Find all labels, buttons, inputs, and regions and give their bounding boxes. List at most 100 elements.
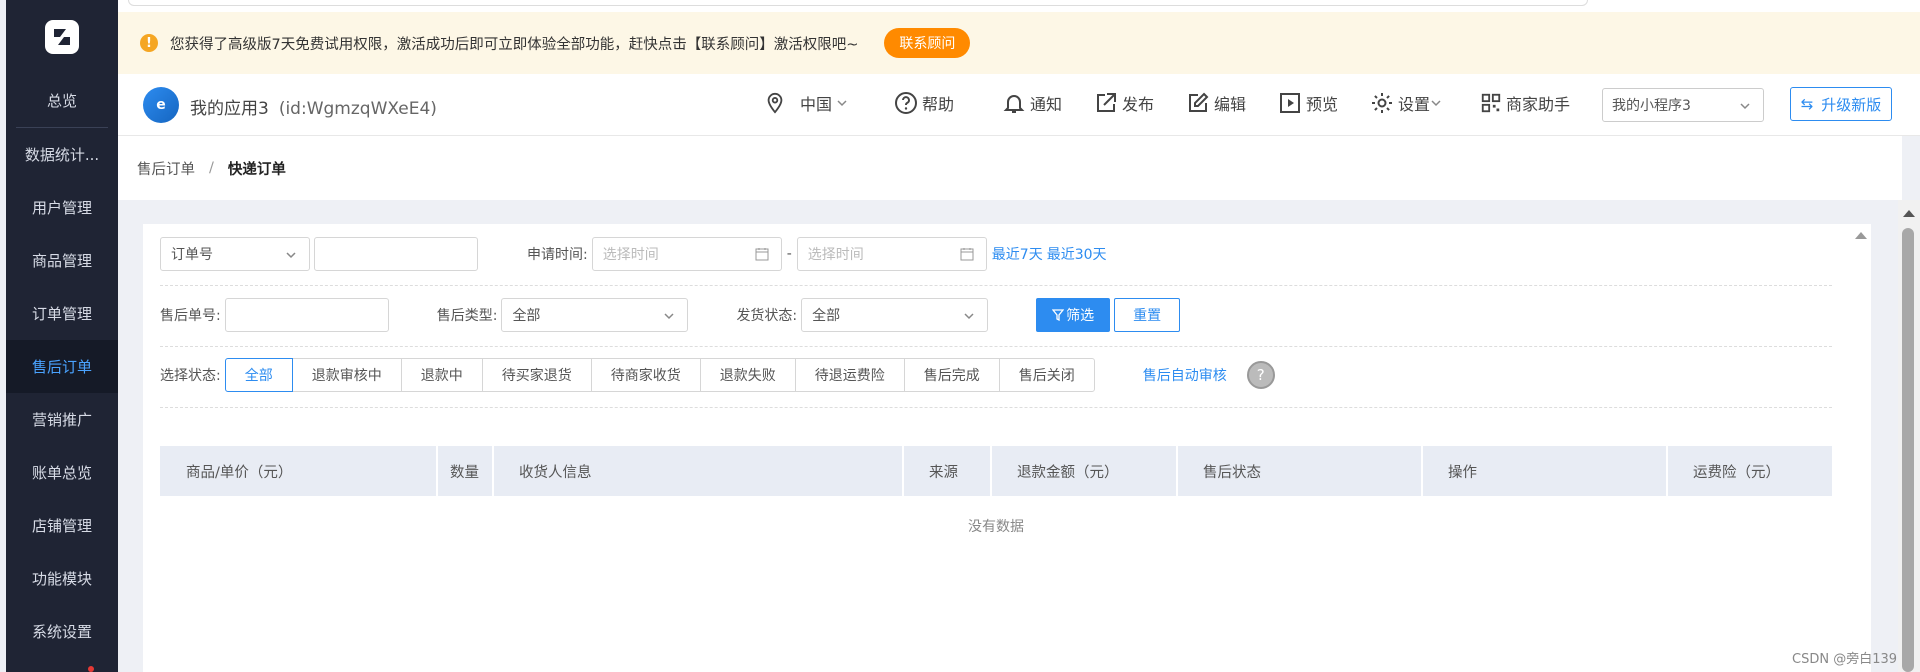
date-range-separator: - [786,246,792,262]
filter-button[interactable]: 筛选 [1036,298,1111,332]
filter-row-1: 订单号 申请时间: 选择时间 - 选择时间 最近7天 最近30天 [160,237,1107,271]
app-header: e 我的应用3 (id:WgmzqWXeE4) 中国 帮助 通知 发布 编辑 预览… [118,74,1920,136]
status-tab-all[interactable]: 全部 [224,358,293,392]
inner-scroll-up-arrow[interactable] [1855,232,1867,239]
divider [160,346,1832,347]
status-tabs: 全部 退款审核中 退款中 待买家退货 待商家收货 退款失败 待退运费险 售后完成… [224,358,1095,392]
bell-icon [1003,95,1025,113]
merchant-assistant-button[interactable]: 商家助手 [1480,91,1570,115]
order-type-select[interactable]: 订单号 [160,237,310,271]
edit-icon [1189,92,1209,112]
contact-advisor-button[interactable]: 联系顾问 [884,28,971,58]
chevron-down-icon [1431,100,1441,107]
status-tab-completed[interactable]: 售后完成 [903,358,1000,392]
status-tab-await-shipping-insurance[interactable]: 待退运费险 [794,358,905,392]
notice-text: 您获得了高级版7天免费试用权限，激活成功后即可立即体验全部功能，赶快点击【联系顾… [170,36,859,53]
notify-button[interactable]: 通知 [1002,91,1062,115]
chevron-down-icon [286,252,296,259]
aftersale-type-select[interactable]: 全部 [501,298,689,332]
divider [160,407,1832,408]
status-row: 选择状态: 全部 退款审核中 退款中 待买家退货 待商家收货 退款失败 待退运费… [160,358,1275,392]
notification-dot [88,666,94,672]
publish-icon [1097,93,1116,112]
scroll-up-arrow-icon[interactable] [1903,210,1915,217]
upgrade-button[interactable]: ⇆ 升级新版 [1790,87,1892,121]
preview-button[interactable]: 预览 [1278,91,1338,115]
order-number-input[interactable] [314,237,478,271]
warning-icon: ! [140,34,158,52]
scrollbar-thumb[interactable] [1902,228,1914,672]
help-button[interactable]: 帮助 [894,91,954,115]
start-date-input[interactable]: 选择时间 [591,237,782,271]
sidebar-item-orders[interactable]: 订单管理 [6,287,118,340]
chevron-down-icon [664,313,674,320]
table-header: 商品/单价（元） 数量 收货人信息 来源 退款金额（元） 售后状态 操作 运费险… [160,446,1832,496]
calendar-icon [755,248,769,261]
status-tab-refunding[interactable]: 退款中 [400,358,483,392]
filter-row-2: 售后单号: 售后类型: 全部 发货状态: 全部 筛选 重置 [160,298,1181,332]
sidebar-item-statistics[interactable]: 数据统计... [6,128,118,181]
watermark: CSDN @旁白139 [1792,652,1898,667]
browser-bar [128,0,1588,6]
empty-state: 没有数据 [968,519,1024,535]
main-card: 订单号 申请时间: 选择时间 - 选择时间 最近7天 最近30天 售后单号: 售… [143,224,1871,672]
status-tab-refund-failed[interactable]: 退款失败 [699,358,796,392]
swap-icon: ⇆ [1800,95,1814,113]
sidebar-item-billing[interactable]: 账单总览 [6,446,118,499]
chevron-down-icon [837,100,847,107]
status-tab-await-merchant-receive[interactable]: 待商家收货 [590,358,701,392]
sidebar-item-overview[interactable]: 总览 [6,74,118,127]
status-tab-refund-review[interactable]: 退款审核中 [291,358,402,392]
qrcode-icon [1481,93,1501,113]
app-icon: e [143,87,179,123]
status-tab-closed[interactable]: 售后关闭 [998,358,1095,392]
trial-notice: ! 您获得了高级版7天免费试用权限，激活成功后即可立即体验全部功能，赶快点击【联… [118,12,1920,74]
breadcrumb-parent[interactable]: 售后订单 [137,158,195,179]
breadcrumb: 售后订单 / 快递订单 [118,136,1902,200]
app-logo[interactable] [6,0,118,74]
sidebar-item-store[interactable]: 店铺管理 [6,499,118,552]
auto-review-link[interactable]: 售后自动审核 [1143,365,1227,385]
ship-status-select[interactable]: 全部 [801,298,989,332]
column-header: 商品/单价（元） [160,446,436,496]
column-header: 操作 [1423,446,1666,496]
apply-time-label: 申请时间: [527,247,588,263]
column-header: 售后状态 [1178,446,1421,496]
help-icon[interactable]: ? [1246,361,1275,389]
last-30-days-link[interactable]: 最近30天 [1047,244,1107,264]
last-7-days-link[interactable]: 最近7天 [992,244,1043,264]
calendar-icon [960,248,974,261]
column-header: 数量 [438,446,492,496]
publish-button[interactable]: 发布 [1094,91,1154,115]
sidebar-item-users[interactable]: 用户管理 [6,181,118,234]
status-tab-await-buyer-return[interactable]: 待买家退货 [481,358,592,392]
logo-icon [45,20,79,54]
chevron-down-icon [1740,103,1750,110]
column-header: 收货人信息 [494,446,902,496]
end-date-input[interactable]: 选择时间 [796,237,987,271]
column-header: 退款金额（元） [992,446,1176,496]
aftersale-type-label: 售后类型: [436,308,498,324]
gear-icon [1372,93,1392,113]
page-scrollbar[interactable] [1898,200,1920,672]
breadcrumb-separator: / [209,160,214,176]
column-header: 来源 [904,446,990,496]
divider [160,285,1832,286]
sidebar-item-products[interactable]: 商品管理 [6,234,118,287]
top-strip [118,0,1920,12]
ship-status-label: 发货状态: [736,308,798,324]
aftersale-no-label: 售后单号: [160,308,221,324]
location-icon [767,92,783,114]
chevron-down-icon [964,313,974,320]
help-icon [895,92,917,114]
edit-button[interactable]: 编辑 [1186,91,1246,115]
sidebar-item-marketing[interactable]: 营销推广 [6,393,118,446]
sidebar-item-aftersale[interactable]: 售后订单 [6,340,118,393]
region-selector[interactable]: 中国 [764,91,852,115]
aftersale-no-input[interactable] [224,298,389,332]
reset-button[interactable]: 重置 [1114,298,1181,332]
sidebar-item-modules[interactable]: 功能模块 [6,552,118,605]
sidebar-item-settings[interactable]: 系统设置 [6,605,118,658]
settings-button[interactable]: 设置 [1370,91,1446,115]
mini-program-select[interactable]: 我的小程序3 [1602,88,1764,122]
